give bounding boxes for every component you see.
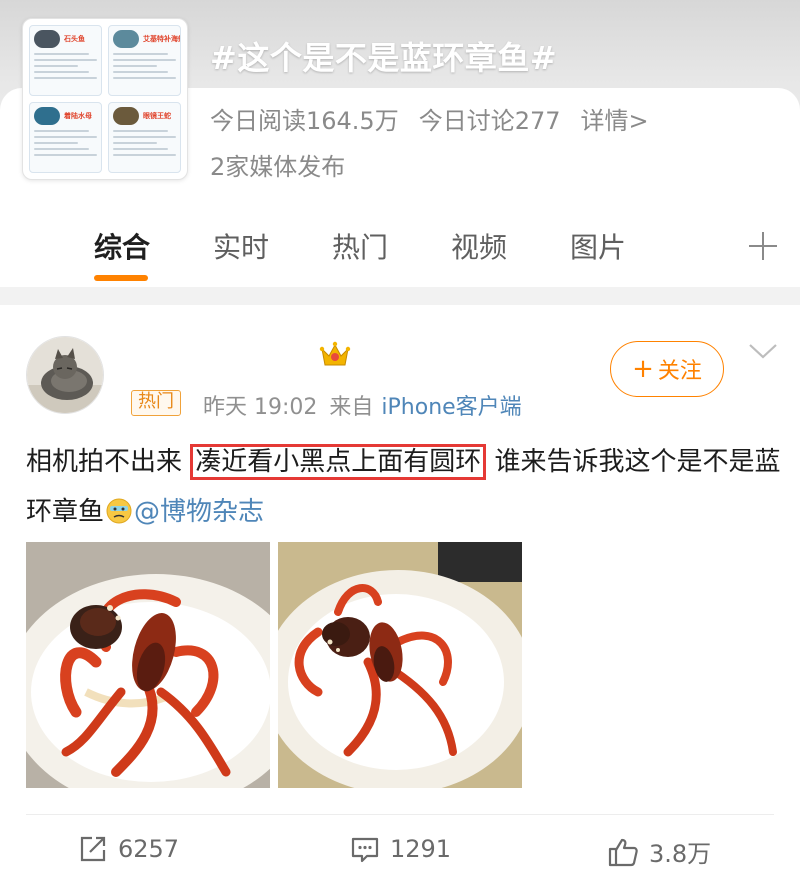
media-count: 2家媒体发布 (210, 153, 346, 181)
thumbnail-card: 艾基特补海蛇 (108, 25, 181, 96)
chevron-down-icon[interactable] (748, 340, 778, 362)
thumbnail-photo (113, 107, 139, 125)
thumbnail-photo (113, 30, 139, 48)
tab-video[interactable]: 视频 (451, 226, 507, 266)
follow-button[interactable]: + 关注 (610, 341, 724, 397)
thumbnail-card: 眼镜王蛇 (108, 102, 181, 173)
thumbnail-photo (34, 107, 60, 125)
post-source-prefix: 来自 (329, 395, 374, 420)
comment-button[interactable]: 1291 (350, 834, 451, 864)
tab-bar: 综合 实时 热门 视频 图片 (0, 205, 800, 287)
add-tab-icon[interactable] (744, 227, 782, 265)
comment-icon (351, 837, 379, 863)
post-text-highlight: 凑近看小黑点上面有圆环 (190, 444, 487, 480)
post-photo-1[interactable] (26, 542, 270, 788)
topic-thumbnail[interactable]: 石头鱼 艾基特补海蛇 着陆水母 眼镜王蛇 (22, 18, 188, 180)
thumbnail-card: 石头鱼 (29, 25, 102, 96)
topic-title: #这个是不是蓝环章鱼# (210, 39, 558, 77)
like-count: 3.8万 (649, 840, 712, 868)
sweat-face-emoji-icon (106, 498, 132, 524)
repost-button[interactable]: 6257 (78, 834, 179, 864)
post-device[interactable]: iPhone客户端 (381, 395, 521, 420)
post-text: 相机拍不出来 凑近看小黑点上面有圆环 谁来告诉我这个是不是蓝环章鱼 @博物杂志 (26, 437, 786, 537)
tab-images[interactable]: 图片 (570, 226, 626, 266)
thumbnail-card-title: 着陆水母 (64, 112, 92, 120)
thumbnail-card: 着陆水母 (29, 102, 102, 173)
topic-stats: 今日阅读164.5万 今日讨论277 详情> (210, 101, 649, 136)
mention-link[interactable]: @博物杂志 (134, 497, 264, 527)
active-tab-indicator (94, 275, 148, 281)
thumbnail-card-title: 石头鱼 (64, 35, 85, 43)
reads-today: 今日阅读164.5万 (210, 107, 399, 135)
thumbnail-card-title: 艾基特补海蛇 (143, 35, 181, 43)
topic-header: 石头鱼 艾基特补海蛇 着陆水母 眼镜王蛇 #这个是不是蓝环章鱼# 今日阅读164… (0, 0, 800, 205)
thumbnail-card-title: 眼镜王蛇 (143, 112, 171, 120)
avatar[interactable] (26, 336, 104, 414)
repost-icon (80, 836, 106, 862)
plus-icon: + (632, 354, 654, 384)
comment-count: 1291 (390, 835, 452, 863)
repost-count: 6257 (118, 835, 180, 863)
post-meta: 昨天 19:02 来自 iPhone客户端 (203, 389, 522, 421)
thumbs-up-icon (608, 838, 638, 866)
discussion-today: 今日讨论277 (418, 107, 561, 135)
details-link[interactable]: 详情> (581, 101, 649, 136)
post-text-before: 相机拍不出来 (26, 447, 191, 477)
tab-comprehensive[interactable]: 综合 (94, 226, 150, 266)
post-action-bar: 6257 1291 3.8万 (0, 814, 800, 879)
weibo-topic-page: 石头鱼 艾基特补海蛇 着陆水母 眼镜王蛇 #这个是不是蓝环章鱼# 今日阅读164… (0, 0, 800, 879)
tab-realtime[interactable]: 实时 (213, 226, 269, 266)
section-divider (0, 287, 800, 305)
crown-icon (319, 341, 351, 366)
post-photo-2[interactable] (278, 542, 522, 788)
hot-badge: 热门 (131, 390, 181, 416)
follow-label: 关注 (657, 359, 702, 384)
thumbnail-photo (34, 30, 60, 48)
tab-hot[interactable]: 热门 (332, 226, 388, 266)
like-button[interactable]: 3.8万 (607, 834, 711, 869)
post-time: 昨天 19:02 (203, 395, 318, 420)
